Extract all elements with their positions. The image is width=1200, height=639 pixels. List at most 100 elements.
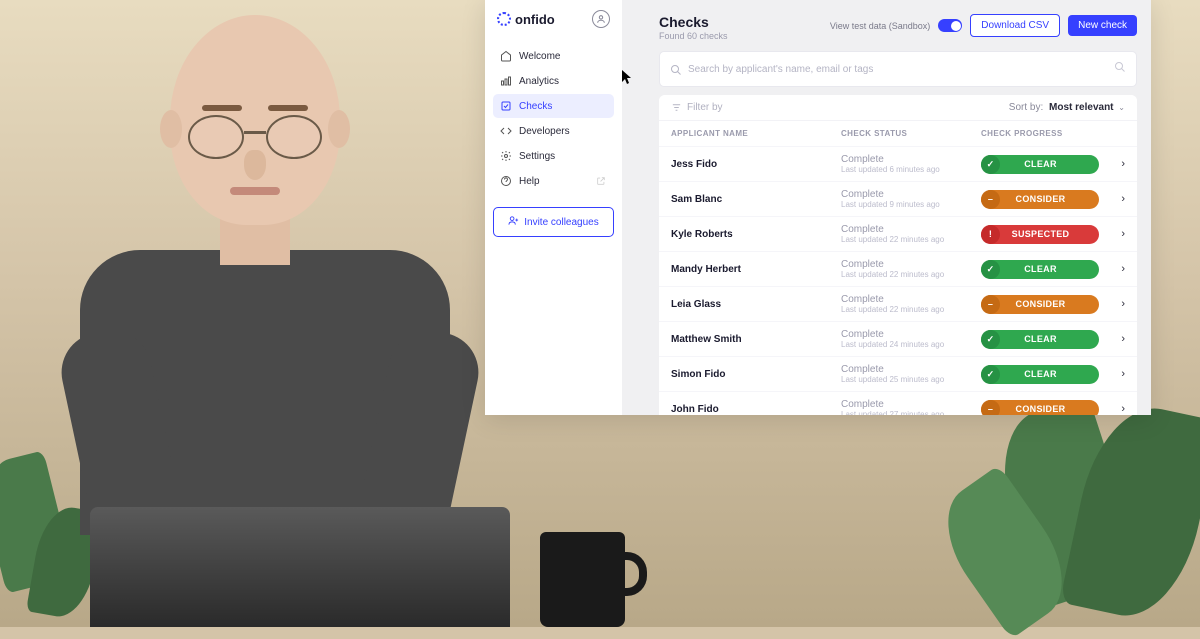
sidebar-item-label: Help [519,176,540,187]
last-updated: Last updated 22 minutes ago [841,305,981,314]
pill-status-icon: – [981,295,1000,314]
external-link-icon [595,175,607,187]
table-row[interactable]: Leia GlassCompleteLast updated 22 minute… [659,286,1137,321]
check-status: Complete [841,364,981,375]
page-title: Checks [659,14,728,30]
invite-colleagues-button[interactable]: Invite colleagues [493,207,614,237]
check-status: Complete [841,189,981,200]
account-avatar[interactable] [592,10,610,28]
table-header-row: APPLICANT NAME CHECK STATUS CHECK PROGRE… [659,121,1137,146]
last-updated: Last updated 27 minutes ago [841,410,981,415]
check-status: Complete [841,294,981,305]
sidebar-item-welcome[interactable]: Welcome [493,44,614,68]
progress-pill-clear: ✓CLEAR [981,155,1099,174]
sidebar-item-label: Analytics [519,76,559,87]
chevron-right-icon[interactable]: › [1121,228,1125,240]
sidebar-item-label: Developers [519,126,570,137]
search-submit-icon[interactable] [1114,60,1126,78]
chevron-right-icon[interactable]: › [1121,193,1125,205]
search-input[interactable] [688,64,1108,75]
app-window: onfido Welcome Analytics Checks Develope… [485,0,1151,415]
invite-label: Invite colleagues [524,217,599,228]
sidebar-item-settings[interactable]: Settings [493,144,614,168]
last-updated: Last updated 22 minutes ago [841,270,981,279]
pill-status-icon: – [981,190,1000,209]
pill-label: CLEAR [1000,264,1099,274]
last-updated: Last updated 6 minutes ago [841,165,981,174]
progress-pill-consider: –CONSIDER [981,190,1099,209]
brand-mark-icon [497,12,511,26]
sidebar-nav: Welcome Analytics Checks Developers Sett… [493,44,614,193]
new-check-button[interactable]: New check [1068,15,1137,36]
applicant-name: Matthew Smith [671,334,841,345]
chevron-right-icon[interactable]: › [1121,263,1125,275]
applicant-name: Mandy Herbert [671,264,841,275]
col-header-progress: CHECK PROGRESS [981,129,1125,138]
sidebar-item-help[interactable]: Help [493,169,614,193]
sidebar-item-checks[interactable]: Checks [493,94,614,118]
check-status: Complete [841,259,981,270]
sidebar-item-analytics[interactable]: Analytics [493,69,614,93]
checks-table: Filter by Sort by: Most relevant ⌄ APPLI… [659,95,1137,415]
progress-pill-clear: ✓CLEAR [981,330,1099,349]
brand-logo[interactable]: onfido [497,12,555,27]
table-row[interactable]: Sam BlancCompleteLast updated 9 minutes … [659,181,1137,216]
sidebar-item-developers[interactable]: Developers [493,119,614,143]
table-row[interactable]: Jess FidoCompleteLast updated 6 minutes … [659,146,1137,181]
check-status: Complete [841,154,981,165]
check-status: Complete [841,399,981,410]
check-status: Complete [841,224,981,235]
table-row[interactable]: Mandy HerbertCompleteLast updated 22 min… [659,251,1137,286]
check-icon [500,100,512,112]
progress-pill-consider: –CONSIDER [981,295,1099,314]
filter-button[interactable]: Filter by [671,102,723,113]
applicant-name: Jess Fido [671,159,841,170]
page-subtitle: Found 60 checks [659,31,728,41]
laptop [90,507,510,627]
progress-pill-suspected: !SUSPECTED [981,225,1099,244]
last-updated: Last updated 25 minutes ago [841,375,981,384]
check-status: Complete [841,329,981,340]
chevron-right-icon[interactable]: › [1121,298,1125,310]
pill-status-icon: ! [981,225,1000,244]
home-icon [500,50,512,62]
last-updated: Last updated 9 minutes ago [841,200,981,209]
applicant-name: John Fido [671,404,841,415]
table-row[interactable]: Matthew SmithCompleteLast updated 24 min… [659,321,1137,356]
sort-dropdown[interactable]: Sort by: Most relevant ⌄ [1009,102,1125,113]
col-header-status: CHECK STATUS [841,129,981,138]
pill-label: CLEAR [1000,369,1099,379]
sidebar-item-label: Welcome [519,51,561,62]
code-icon [500,125,512,137]
brand-text: onfido [515,12,555,27]
chevron-right-icon[interactable]: › [1121,368,1125,380]
download-csv-button[interactable]: Download CSV [970,14,1060,37]
chevron-right-icon[interactable]: › [1121,158,1125,170]
pill-label: SUSPECTED [1000,229,1099,239]
main-content: Checks Found 60 checks View test data (S… [623,0,1151,415]
applicant-name: Sam Blanc [671,194,841,205]
sidebar-item-label: Settings [519,151,555,162]
mouse-cursor [622,70,633,88]
chevron-right-icon[interactable]: › [1121,403,1125,415]
col-header-name: APPLICANT NAME [671,129,841,138]
progress-pill-clear: ✓CLEAR [981,365,1099,384]
gear-icon [500,150,512,162]
search-bar[interactable] [659,51,1137,87]
user-plus-icon [508,215,519,229]
table-row[interactable]: Simon FidoCompleteLast updated 25 minute… [659,356,1137,391]
applicant-name: Leia Glass [671,299,841,310]
sandbox-toggle[interactable] [938,19,962,32]
applicant-name: Kyle Roberts [671,229,841,240]
last-updated: Last updated 22 minutes ago [841,235,981,244]
chevron-right-icon[interactable]: › [1121,333,1125,345]
table-row[interactable]: Kyle RobertsCompleteLast updated 22 minu… [659,216,1137,251]
help-icon [500,175,512,187]
pill-label: CONSIDER [1000,299,1099,309]
filter-label: Filter by [687,102,723,113]
sidebar-item-label: Checks [519,101,552,112]
table-row[interactable]: John FidoCompleteLast updated 27 minutes… [659,391,1137,415]
sidebar: onfido Welcome Analytics Checks Develope… [485,0,623,415]
pill-status-icon: ✓ [981,365,1000,384]
person-photo [80,15,460,535]
